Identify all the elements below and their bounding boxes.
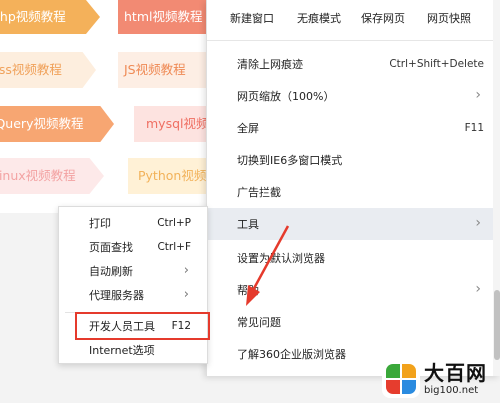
banner-mysql[interactable]: mysql视频 bbox=[134, 106, 210, 142]
browser-main-menu: 新建窗口 无痕模式 保存网页 网页快照 清除上网痕迹 Ctrl+Shift+De… bbox=[206, 0, 500, 376]
chevron-right-icon: › bbox=[183, 287, 189, 302]
new-window-button[interactable]: 新建窗口 bbox=[230, 10, 274, 26]
watermark-title: 大百网 bbox=[424, 360, 487, 385]
submenu-item-internet-options[interactable]: Internet选项 bbox=[59, 338, 207, 362]
menu-item-ad-block[interactable]: 广告拦截 bbox=[207, 176, 493, 208]
page-snapshot-button[interactable]: 网页快照 bbox=[427, 10, 471, 26]
tools-submenu: 打印 Ctrl+P 页面查找 Ctrl+F 自动刷新 › 代理服务器 › 开发人… bbox=[58, 206, 208, 364]
banner-linux[interactable]: Linux视频教程 bbox=[0, 158, 104, 194]
chevron-right-icon: › bbox=[475, 215, 481, 231]
menu-scrollbar-thumb[interactable] bbox=[494, 290, 500, 360]
menu-item-tools[interactable]: 工具 › bbox=[207, 208, 493, 240]
menu-item-faq[interactable]: 常见问题 bbox=[207, 306, 493, 338]
save-page-button[interactable]: 保存网页 bbox=[361, 10, 405, 26]
menu-item-ie6-mode[interactable]: 切换到IE6多窗口模式 bbox=[207, 144, 493, 176]
menu-item-set-default-browser[interactable]: 设置为默认浏览器 bbox=[207, 242, 493, 274]
banner-jquery[interactable]: jQuery视频教程 bbox=[0, 106, 114, 142]
watermark-logo-icon bbox=[382, 360, 420, 398]
chevron-right-icon: › bbox=[183, 263, 189, 278]
chevron-right-icon: › bbox=[475, 87, 481, 103]
banner-js[interactable]: JS视频教程 bbox=[118, 52, 210, 88]
submenu-item-print[interactable]: 打印 Ctrl+P bbox=[59, 211, 207, 235]
chevron-right-icon: › bbox=[475, 281, 481, 297]
banner-css[interactable]: css视频教程 bbox=[0, 52, 96, 88]
banner-php[interactable]: php视频教程 bbox=[0, 0, 100, 34]
banner-html[interactable]: html视频教程 bbox=[118, 0, 210, 34]
watermark: 大百网 big100.net bbox=[382, 360, 487, 398]
menu-divider bbox=[207, 40, 493, 41]
menu-top-row: 新建窗口 无痕模式 保存网页 网页快照 bbox=[207, 0, 493, 36]
submenu-item-auto-refresh[interactable]: 自动刷新 › bbox=[59, 259, 207, 283]
banner-python[interactable]: Python视频 bbox=[128, 158, 210, 194]
submenu-item-proxy[interactable]: 代理服务器 › bbox=[59, 283, 207, 307]
menu-item-zoom[interactable]: 网页缩放（100%） › bbox=[207, 80, 493, 112]
menu-item-clear-history[interactable]: 清除上网痕迹 Ctrl+Shift+Delete bbox=[207, 48, 493, 80]
submenu-item-find[interactable]: 页面查找 Ctrl+F bbox=[59, 235, 207, 259]
background-page: php视频教程 html视频教程 css视频教程 JS视频教程 jQuery视频… bbox=[0, 0, 210, 213]
highlight-box bbox=[75, 312, 210, 340]
menu-item-fullscreen[interactable]: 全屏 F11 bbox=[207, 112, 493, 144]
watermark-url: big100.net bbox=[424, 384, 479, 396]
incognito-mode-button[interactable]: 无痕模式 bbox=[297, 10, 341, 26]
menu-item-help[interactable]: 帮助 › bbox=[207, 274, 493, 306]
